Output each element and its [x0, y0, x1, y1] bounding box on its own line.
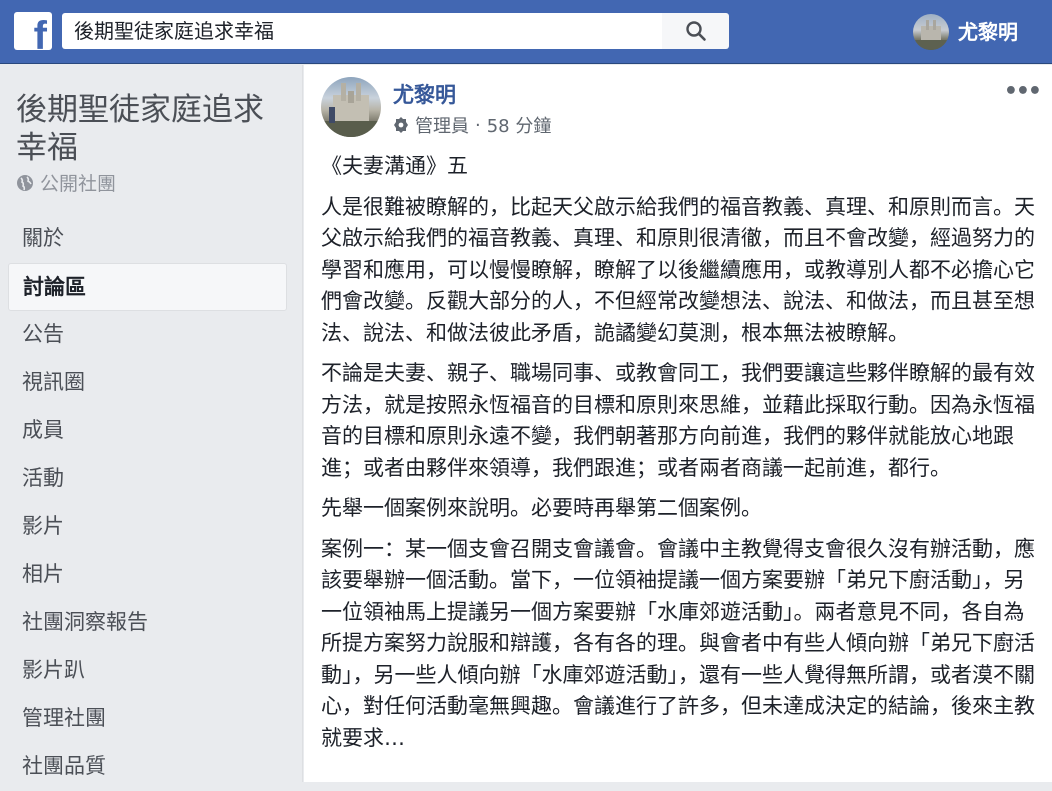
- sidebar-item-watch-party[interactable]: 影片趴: [8, 647, 287, 695]
- search-input[interactable]: 後期聖徒家庭追求幸福: [62, 13, 662, 49]
- author-avatar[interactable]: [321, 77, 381, 137]
- sidebar-item-insights[interactable]: 社團洞察報告: [8, 599, 287, 647]
- sidebar-item-about[interactable]: 關於: [8, 215, 287, 263]
- sidebar-item-members[interactable]: 成員: [8, 407, 287, 455]
- search-button[interactable]: [662, 13, 729, 49]
- group-title[interactable]: 後期聖徒家庭追求幸福: [16, 91, 286, 167]
- group-sidebar: 後期聖徒家庭追求幸福 公開社團 關於 討論區 公告 視訊圈 成員 活動 影片 相…: [0, 65, 303, 782]
- sidebar-item-rooms[interactable]: 視訊圈: [8, 359, 287, 407]
- search-icon: [685, 21, 706, 41]
- user-avatar[interactable]: [913, 14, 949, 50]
- post-options-button[interactable]: •••: [1004, 79, 1042, 104]
- post-paragraph: 案例一：某一個支會召開支會議會。會議中主教覺得支會很久沒有辦活動，應該要舉辦一個…: [321, 536, 1035, 750]
- top-navigation-bar: f 後期聖徒家庭追求幸福 尤黎明: [0, 0, 1052, 64]
- sidebar-item-videos[interactable]: 影片: [8, 503, 287, 551]
- group-privacy: 公開社團: [16, 169, 116, 196]
- post-paragraph: 先舉一個案例來說明。必要時再舉第二個案例。: [321, 496, 762, 520]
- user-name-link[interactable]: 尤黎明: [958, 18, 1018, 46]
- sidebar-item-events[interactable]: 活動: [8, 455, 287, 503]
- post-author-link[interactable]: 尤黎明: [393, 79, 456, 109]
- post-body: 《夫妻溝通》五 人是很難被瞭解的，比起天父啟示給我們的福音教義、真理、和原則而言…: [321, 151, 1037, 763]
- sidebar-item-announcements[interactable]: 公告: [8, 311, 287, 359]
- globe-icon: [17, 174, 33, 191]
- sidebar-item-photos[interactable]: 相片: [8, 551, 287, 599]
- group-nav: 關於 討論區 公告 視訊圈 成員 活動 影片 相片 社團洞察報告 影片趴 管理社…: [8, 215, 287, 791]
- post-card: 尤黎明 管理員 · 58 分鐘 ••• 《夫妻溝通》五 人是很難被瞭解的，比起天…: [304, 65, 1052, 782]
- sidebar-item-group-quality[interactable]: 社團品質: [8, 743, 287, 791]
- post-paragraph: 人是很難被瞭解的，比起天父啟示給我們的福音教義、真理、和原則而言。天父啟示給我們…: [321, 194, 1035, 345]
- post-paragraph: 《夫妻溝通》五: [321, 154, 468, 178]
- post-meta: 管理員 · 58 分鐘: [393, 112, 551, 138]
- meta-separator: ·: [475, 114, 481, 136]
- post-paragraph: 不論是夫妻、親子、職場同事、或教會同工，我們要讓這些夥伴瞭解的最有效方法，就是按…: [321, 361, 1035, 480]
- sidebar-item-manage-group[interactable]: 管理社團: [8, 695, 287, 743]
- sidebar-item-discussion[interactable]: 討論區: [8, 263, 287, 311]
- post-role: 管理員: [415, 116, 469, 137]
- group-privacy-label: 公開社團: [40, 173, 117, 195]
- admin-badge-icon: [394, 117, 408, 133]
- post-timestamp[interactable]: 58 分鐘: [487, 112, 552, 138]
- facebook-logo-icon[interactable]: f: [14, 12, 52, 50]
